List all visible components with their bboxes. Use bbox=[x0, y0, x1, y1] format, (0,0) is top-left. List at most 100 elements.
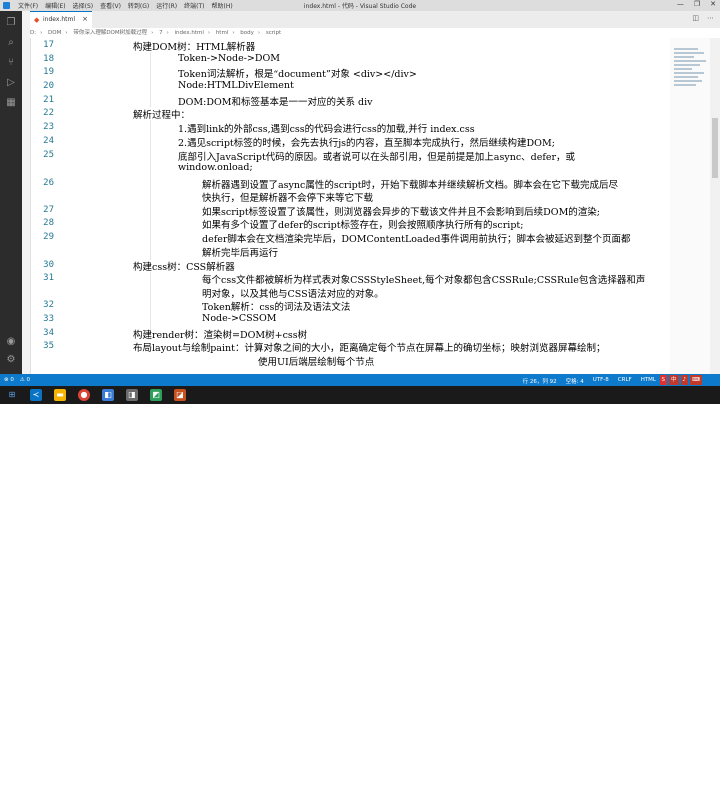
code-line: window.onload; bbox=[178, 162, 253, 173]
code-line: 底部引入JavaScript代码的原因。或者说可以在头部引用，但是前提是加上as… bbox=[178, 151, 576, 163]
search-icon[interactable]: ⌕ bbox=[5, 37, 17, 49]
cursor-position[interactable]: 行 26，列 92 bbox=[523, 377, 557, 385]
taskbar-app-icon[interactable]: ◨ bbox=[126, 389, 138, 401]
code-line: 布局layout与绘制paint：计算对象之间的大小，距离确定每个节点在屏幕上的… bbox=[133, 343, 606, 354]
status-right: 行 26，列 92 空格: 4 UTF-8 CRLF HTML bbox=[523, 377, 656, 385]
vertical-scrollbar[interactable] bbox=[710, 38, 720, 374]
end-of-line[interactable]: CRLF bbox=[618, 377, 632, 385]
chevron-right-icon: › bbox=[207, 30, 211, 36]
language-mode[interactable]: HTML bbox=[641, 377, 656, 385]
minimize-button[interactable]: — bbox=[677, 0, 684, 8]
code-line: DOM:DOM和标签基本是一一对应的关系 div bbox=[178, 96, 373, 108]
chrome-icon[interactable]: ● bbox=[78, 389, 90, 401]
errors-count[interactable]: ⊗ 0 bbox=[4, 377, 14, 383]
encoding[interactable]: UTF-8 bbox=[593, 377, 609, 385]
split-editor-icon[interactable]: ◫ bbox=[692, 14, 699, 22]
line-number: 24 bbox=[43, 136, 54, 146]
line-number: 26 bbox=[43, 177, 54, 188]
run-debug-icon[interactable]: ▷ bbox=[5, 77, 17, 89]
minimap-line bbox=[674, 56, 694, 58]
minimap-line bbox=[674, 80, 702, 82]
source-control-icon[interactable]: ⑂ bbox=[5, 57, 17, 69]
title-bar: 文件(F) 编辑(E) 选择(S) 查看(V) 转到(G) 运行(R) 终端(T… bbox=[0, 0, 720, 11]
breadcrumb-item[interactable]: body bbox=[240, 30, 254, 36]
imooc-watermark: www.imooc.com bbox=[470, 770, 605, 786]
breadcrumb-item[interactable]: 带你深入理解DOM树加载过程 bbox=[73, 30, 147, 36]
breadcrumb-item[interactable]: 7 bbox=[159, 30, 163, 36]
status-bar: ⊗ 0 ⚠ 0 行 26，列 92 空格: 4 UTF-8 CRLF HTML … bbox=[0, 374, 720, 386]
ime-chinese-mode[interactable]: 中 bbox=[669, 375, 679, 385]
close-window-button[interactable]: ✕ bbox=[710, 0, 716, 8]
line-number: 31 bbox=[43, 273, 54, 283]
breadcrumb-item[interactable]: script bbox=[266, 30, 281, 36]
chevron-right-icon: › bbox=[257, 30, 261, 36]
warnings-count[interactable]: ⚠ 0 bbox=[20, 377, 30, 383]
breadcrumb: D: › DOM › 带你深入理解DOM树加载过程 › 7 › index.html › … bbox=[30, 28, 720, 38]
minimap-line bbox=[674, 60, 706, 62]
minimap-line bbox=[674, 76, 698, 78]
chevron-right-icon: › bbox=[65, 30, 68, 36]
taskbar-app-icon[interactable]: ◩ bbox=[150, 389, 162, 401]
code-line: Node:HTMLDivElement bbox=[178, 80, 294, 91]
breadcrumb-item[interactable]: index.html bbox=[175, 30, 204, 36]
minimap[interactable] bbox=[670, 38, 710, 374]
code-line: 使用UI后端层绘制每个节点 bbox=[258, 357, 375, 368]
minimap-line bbox=[674, 52, 704, 54]
chevron-right-icon: › bbox=[166, 30, 169, 36]
maximize-button[interactable]: ❐ bbox=[694, 0, 700, 8]
line-number: 19 bbox=[43, 67, 54, 77]
line-number: 32 bbox=[43, 300, 54, 310]
editor-actions: ◫ ⋯ bbox=[692, 14, 714, 22]
indentation[interactable]: 空格: 4 bbox=[566, 377, 584, 385]
vscode-taskbar-icon[interactable]: ≺ bbox=[30, 389, 42, 401]
breadcrumb-item[interactable]: html bbox=[216, 30, 229, 36]
code-line: Token->Node->DOM bbox=[178, 52, 281, 64]
more-actions-icon[interactable]: ⋯ bbox=[707, 14, 714, 22]
line-number: 30 bbox=[43, 259, 54, 270]
line-number: 22 bbox=[43, 108, 54, 118]
line-number: 18 bbox=[43, 53, 54, 64]
indent-guide bbox=[150, 120, 151, 260]
window-controls: — ❐ ✕ bbox=[677, 0, 716, 8]
code-line: 如果script标签设置了该属性，则浏览器会异步的下载该文件并且不会影响到后续D… bbox=[202, 206, 601, 218]
breadcrumb-item[interactable]: D: bbox=[30, 30, 36, 36]
html-file-icon: ◆ bbox=[34, 16, 40, 24]
account-icon[interactable]: ◉ bbox=[5, 336, 17, 348]
taskbar-app-icon[interactable]: ◪ bbox=[174, 389, 186, 401]
indent-guide bbox=[150, 52, 151, 107]
file-explorer-icon[interactable]: ▬ bbox=[54, 389, 66, 401]
start-icon[interactable]: ⊞ bbox=[6, 389, 18, 401]
chevron-right-icon: › bbox=[151, 30, 154, 36]
breadcrumb-item[interactable]: DOM bbox=[48, 30, 61, 36]
extensions-icon[interactable]: ▦ bbox=[5, 97, 17, 109]
ime-punctuation[interactable]: ♪ bbox=[680, 375, 689, 385]
line-number: 35 bbox=[43, 341, 54, 351]
code-line: 明对象，以及其他与CSS语法对应的对象。 bbox=[202, 288, 384, 300]
line-number: 28 bbox=[43, 218, 54, 228]
activity-bar: ❐ ⌕ ⑂ ▷ ▦ ◉ ⚙ bbox=[0, 11, 22, 374]
ime-logo[interactable]: S bbox=[659, 375, 668, 385]
code-line: 构建render树：渲染树=DOM树+css树 bbox=[133, 329, 308, 341]
code-line: 构建css树：CSS解析器 bbox=[133, 261, 235, 273]
explorer-icon[interactable]: ❐ bbox=[5, 17, 17, 29]
code-line: Token词法解析，根是“document”对象 <div></div> bbox=[178, 69, 417, 80]
tab-index-html[interactable]: ◆ index.html × bbox=[30, 11, 92, 28]
settings-gear-icon[interactable]: ⚙ bbox=[5, 354, 17, 366]
ime-keyboard-icon[interactable]: ⌨ bbox=[690, 375, 702, 385]
line-number: 17 bbox=[43, 40, 54, 50]
line-number: 21 bbox=[43, 94, 54, 105]
window-title: index.html - 代码 - Visual Studio Code bbox=[303, 3, 417, 10]
code-line: defer脚本会在文档渲染完毕后，DOMContentLoaded事件调用前执行… bbox=[202, 234, 631, 245]
line-number: 23 bbox=[43, 122, 54, 132]
taskbar-app-icon[interactable]: ◧ bbox=[102, 389, 114, 401]
code-line: 构建DOM树：HTML解析器 bbox=[133, 42, 256, 53]
chevron-right-icon: › bbox=[40, 30, 43, 36]
minimap-line bbox=[674, 84, 696, 86]
scrollbar-thumb[interactable] bbox=[712, 118, 718, 178]
code-line: 2.遇见script标签的时候，会先去执行js的内容，直至脚本完成执行，然后继续… bbox=[178, 138, 555, 149]
tab-close-icon[interactable]: × bbox=[82, 15, 88, 23]
line-number: 25 bbox=[43, 149, 54, 160]
code-line: Token解析：css的词法及语法文法 bbox=[202, 302, 351, 313]
line-number: 33 bbox=[43, 314, 54, 324]
editor-area[interactable]: 17 18 19 20 21 22 23 24 25 26 27 28 29 3… bbox=[30, 38, 670, 374]
